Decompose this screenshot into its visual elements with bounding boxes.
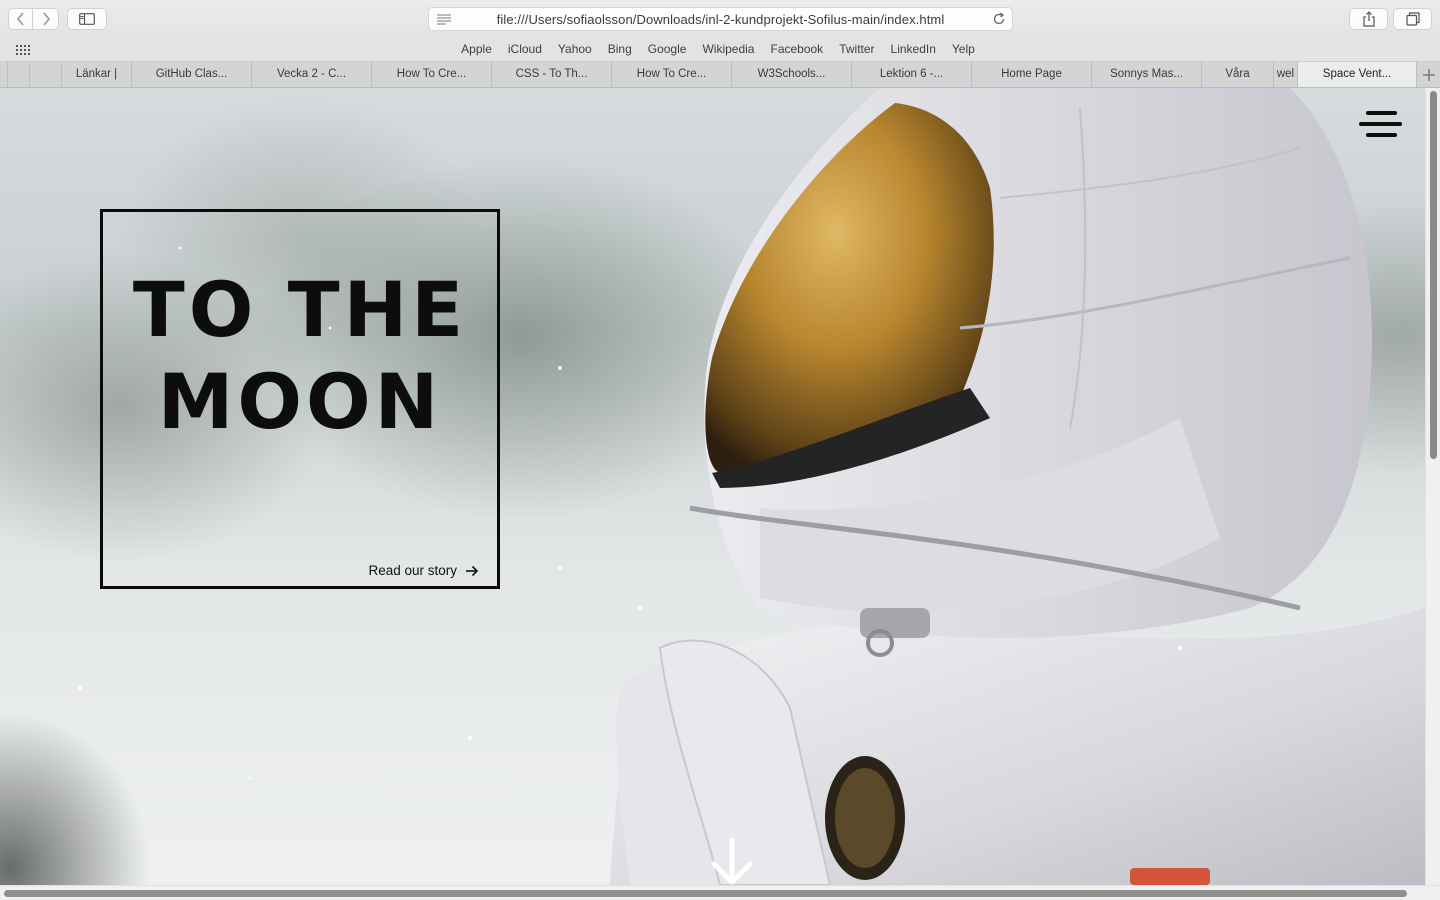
tab-active[interactable]: Space Vent... — [1297, 62, 1416, 87]
tab[interactable]: Länkar | — [61, 62, 131, 87]
favorite-icloud[interactable]: iCloud — [500, 42, 550, 56]
tabs-overview-button[interactable] — [1393, 8, 1432, 30]
sidebar-icon — [79, 13, 95, 25]
menu-button[interactable] — [1359, 111, 1402, 139]
tabs-overview-icon — [1405, 12, 1420, 26]
tab[interactable]: Home Page — [971, 62, 1091, 87]
back-button[interactable] — [8, 8, 33, 30]
share-button[interactable] — [1349, 8, 1388, 30]
tab-pinned-2[interactable] — [29, 62, 61, 87]
arrow-down-icon[interactable] — [709, 838, 755, 885]
forward-button[interactable] — [33, 8, 59, 30]
favorite-facebook[interactable]: Facebook — [762, 42, 831, 56]
favorite-yelp[interactable]: Yelp — [944, 42, 983, 56]
share-icon — [1362, 11, 1375, 27]
reload-icon[interactable] — [992, 12, 1006, 26]
favorite-linkedin[interactable]: LinkedIn — [883, 42, 944, 56]
hero-title-line2: MOON — [157, 357, 443, 446]
tab-pinned-1[interactable] — [7, 62, 29, 87]
tab[interactable]: GitHub Clas... — [131, 62, 251, 87]
hero-title-line1: TO THE — [132, 265, 468, 354]
favorites-list: Apple iCloud Yahoo Bing Google Wikipedia… — [0, 42, 1440, 56]
sidebar-button[interactable] — [67, 8, 107, 30]
favorite-yahoo[interactable]: Yahoo — [550, 42, 600, 56]
horizontal-scrollbar[interactable] — [0, 885, 1440, 900]
tab[interactable]: Lektion 6 -... — [851, 62, 971, 87]
vertical-scrollbar[interactable] — [1425, 88, 1440, 885]
tab[interactable]: How To Cre... — [611, 62, 731, 87]
arrow-right-icon — [466, 565, 479, 576]
favorite-apple[interactable]: Apple — [453, 42, 500, 56]
favorite-twitter[interactable]: Twitter — [831, 42, 882, 56]
page-viewport: TO THE MOON Read our story — [0, 88, 1425, 885]
favorite-google[interactable]: Google — [640, 42, 695, 56]
tab-bar: Länkar | GitHub Clas... Vecka 2 - C... H… — [0, 62, 1440, 88]
read-our-story-link[interactable]: Read our story — [368, 563, 479, 578]
tab[interactable]: Vecka 2 - C... — [251, 62, 371, 87]
hero-box: TO THE MOON Read our story — [100, 209, 500, 589]
tab[interactable]: W3Schools... — [731, 62, 851, 87]
horizontal-scroll-thumb[interactable] — [4, 890, 1407, 897]
address-bar[interactable]: file:///Users/sofiaolsson/Downloads/inl-… — [428, 7, 1013, 31]
chevron-left-icon — [16, 12, 24, 26]
favorite-bing[interactable]: Bing — [600, 42, 640, 56]
tab[interactable]: wel — [1273, 62, 1297, 87]
tab[interactable]: CSS - To Th... — [491, 62, 611, 87]
plus-icon — [1422, 68, 1435, 81]
browser-toolbar: file:///Users/sofiaolsson/Downloads/inl-… — [0, 0, 1440, 38]
read-our-story-label: Read our story — [368, 563, 457, 578]
url-text: file:///Users/sofiaolsson/Downloads/inl-… — [496, 12, 945, 27]
hero-title: TO THE MOON — [103, 264, 497, 448]
vertical-scroll-thumb[interactable] — [1430, 91, 1437, 459]
tab[interactable]: Sonnys Mas... — [1091, 62, 1201, 87]
favorite-wikipedia[interactable]: Wikipedia — [694, 42, 762, 56]
hamburger-icon — [1366, 111, 1397, 115]
favorites-bar: Apple iCloud Yahoo Bing Google Wikipedia… — [0, 38, 1440, 62]
new-tab-button[interactable] — [1416, 62, 1440, 87]
tab[interactable]: How To Cre... — [371, 62, 491, 87]
tab[interactable]: Våra — [1201, 62, 1273, 87]
chevron-right-icon — [42, 12, 50, 26]
